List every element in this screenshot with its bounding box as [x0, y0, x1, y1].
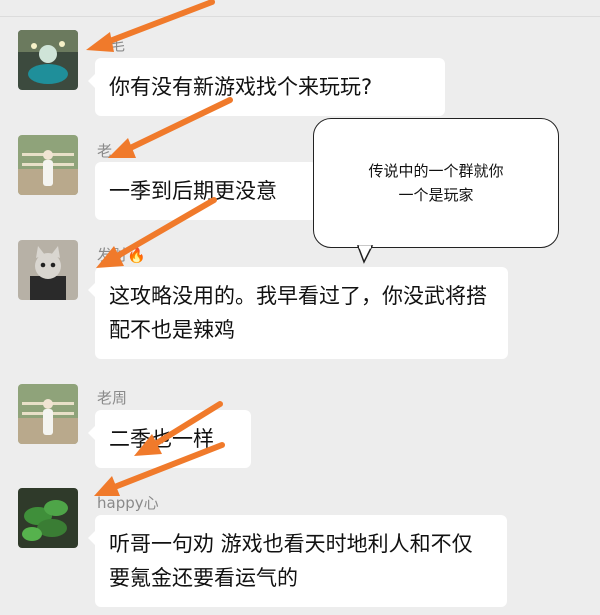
sender-name: 老周	[97, 389, 128, 407]
avatar[interactable]	[18, 30, 78, 90]
cat-mask-avatar-icon	[18, 240, 78, 300]
sender-name: 老	[97, 142, 113, 160]
callout-line-1: 传说中的一个群就你	[368, 162, 504, 180]
message-bubble[interactable]: 二季也一样	[88, 410, 251, 468]
neon-figure-avatar-icon	[18, 30, 78, 90]
avatar[interactable]	[18, 135, 78, 195]
avatar[interactable]	[18, 240, 78, 300]
sender-name: happy心	[97, 494, 159, 512]
callout-line-2: 一个是玩家	[398, 186, 474, 204]
top-divider	[0, 16, 600, 17]
annotation-callout: 传说中的一个群就你 一个是玩家	[313, 118, 559, 248]
message-bubble[interactable]: 一季到后期更没意	[95, 162, 317, 220]
plant-avatar-icon	[18, 488, 78, 548]
arrow-2-head	[108, 138, 136, 158]
person-standing-avatar-icon	[18, 384, 78, 444]
flame-icon: 🔥	[127, 246, 146, 264]
avatar[interactable]	[18, 384, 78, 444]
avatar[interactable]	[18, 488, 78, 548]
sender-name-text: 发财	[97, 246, 128, 264]
callout-tail	[356, 245, 374, 264]
message-bubble[interactable]: 这攻略没用的。我早看过了，你没武将搭配不也是辣鸡	[88, 267, 508, 359]
person-standing-avatar-icon	[18, 135, 78, 195]
message-bubble[interactable]: 你有没有新游戏找个来玩玩?	[88, 58, 445, 116]
sender-name: 毛	[110, 36, 126, 54]
message-bubble[interactable]: 听哥一句劝 游戏也看天时地利人和不仅要氪金还要看运气的	[88, 515, 507, 607]
sender-name: 发财🔥	[97, 244, 146, 265]
